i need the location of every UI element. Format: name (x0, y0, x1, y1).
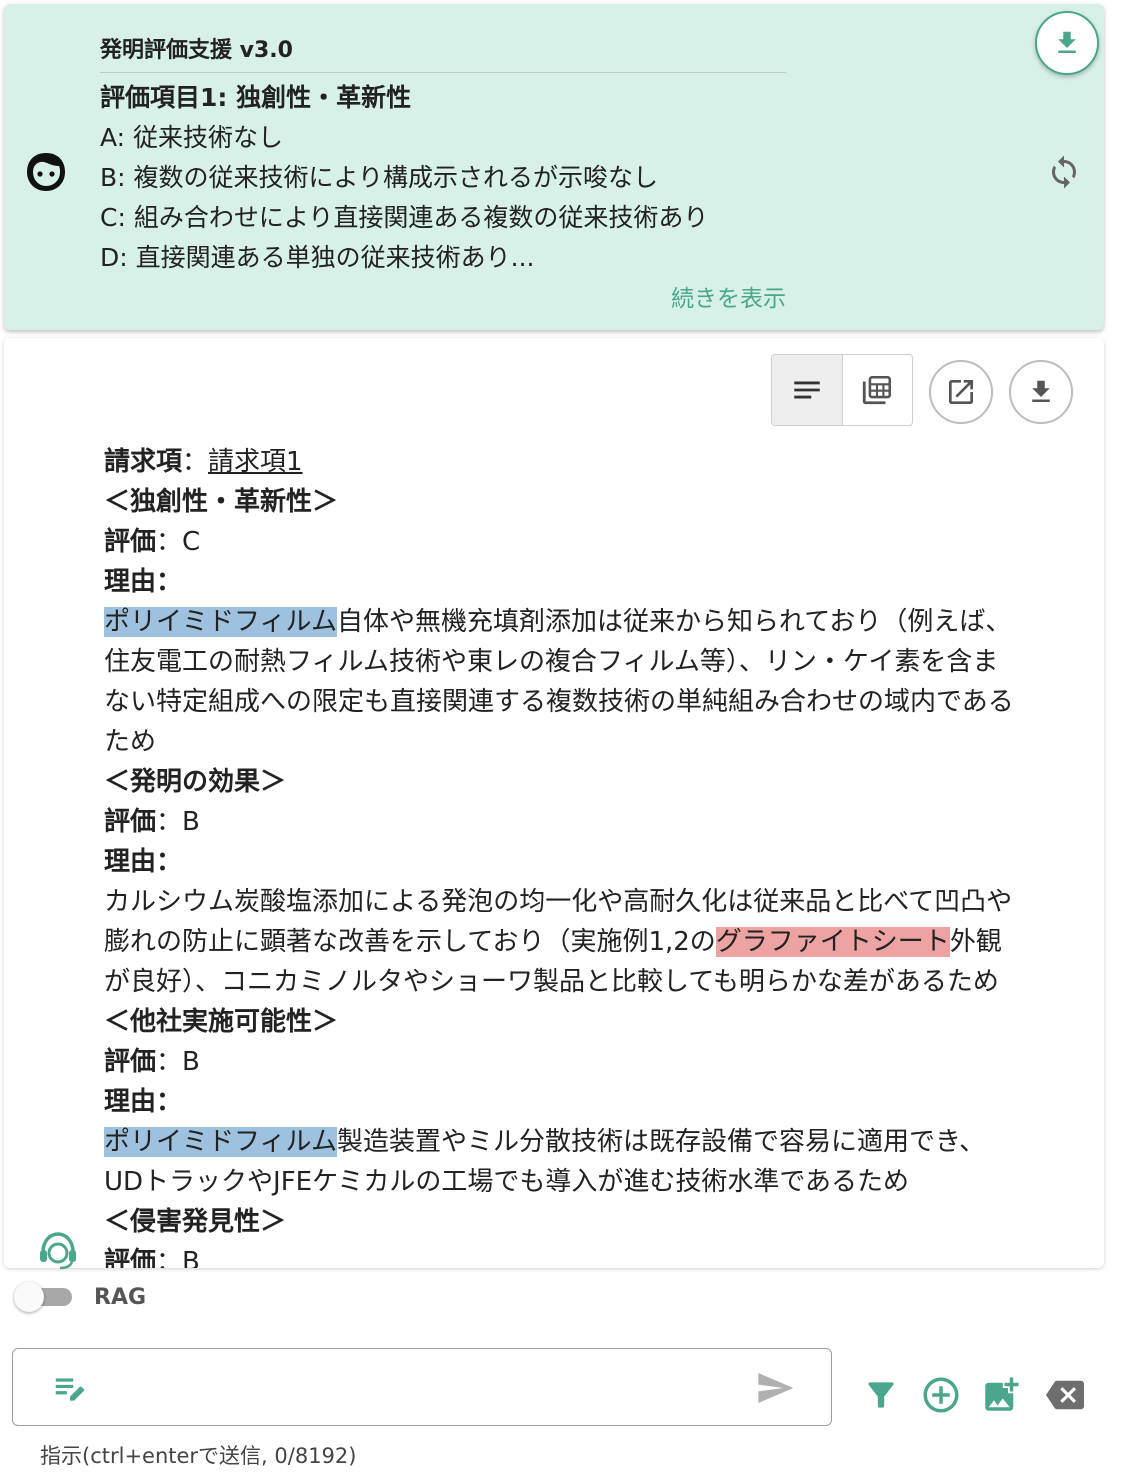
open-external-button[interactable] (929, 360, 993, 424)
add-photo-icon (985, 1377, 1019, 1411)
card-body: 評価項目1: 独創性・革新性 A: 従来技術なし B: 複数の従来技術により構成… (100, 78, 800, 278)
rating-sep: ： (156, 1247, 183, 1268)
table-view-button[interactable] (843, 355, 913, 425)
rating-sep: ： (156, 527, 183, 557)
highlight-term: ポリイミドフィルム (104, 607, 337, 637)
rating-value: B (182, 807, 200, 837)
card-heading: 評価項目1: 独創性・革新性 (100, 83, 412, 112)
reason-text: 自体や無機充填剤添加は従来から知られており（例えば、 (336, 607, 1012, 637)
rating-value: C (182, 527, 201, 557)
rating-sep: ： (156, 1047, 183, 1077)
reason-line: ない特定組成への限定も直接関連する複数技術の単純組み合わせの域内である (104, 687, 1014, 717)
reason-label: 理由： (104, 567, 183, 597)
reason-line: ポリイミドフィルム自体や無機充填剤添加は従来から知られており（例えば、 (104, 602, 1104, 642)
reason-line: 膨れの防止に顕著な改善を示しており（実施例1,2のグラファイトシート外観 (104, 922, 1104, 962)
card-line: D: 直接関連ある単独の従来技術あり... (100, 243, 535, 272)
reason-text: 製造装置やミル分散技術は既存設備で容易に適用でき、 (336, 1127, 986, 1157)
highlight-term: ポリイミドフィルム (104, 1127, 337, 1157)
chat-input[interactable] (109, 1367, 729, 1409)
rating-value: B (182, 1047, 200, 1077)
support-agent-icon (40, 1232, 76, 1270)
add-circle-icon (923, 1377, 959, 1413)
reason-line: ため (104, 727, 157, 757)
rating-label: 評価 (104, 527, 157, 557)
reason-text: 外観 (949, 927, 1002, 957)
response-download-button[interactable] (1009, 360, 1073, 424)
section-heading: ＜発明の効果＞ (104, 767, 287, 797)
edit-note-icon (55, 1378, 85, 1401)
rag-toggle-row: RAG (14, 1282, 146, 1312)
download-icon (1058, 31, 1076, 53)
rag-switch[interactable] (14, 1282, 72, 1312)
reason-line: 住友電工の耐熱フィルム技術や東レの複合フィルム等）、リン・ケイ素を含ま (104, 647, 999, 677)
reason-line: ポリイミドフィルム製造装置やミル分散技術は既存設備で容易に適用でき、 (104, 1122, 1104, 1162)
reason-label: 理由： (104, 1087, 183, 1117)
card-title: 発明評価支援 v3.0 (100, 32, 786, 73)
claim-sep: ： (182, 447, 209, 477)
backspace-icon (1046, 1380, 1084, 1410)
rating-line: 評価：C (104, 522, 1104, 562)
claim-line: 請求項：請求項1 (104, 442, 1104, 482)
rating-line: 評価：B (104, 1242, 1104, 1268)
reason-line: カルシウム炭酸塩添加による発泡の均一化や高耐久化は従来品と比べて凹凸や (104, 887, 1013, 917)
reason-line: が良好）、コニカミノルタやショーワ製品と比較しても明らかな差があるため (104, 967, 999, 997)
view-toggle-group (771, 354, 913, 426)
rating-label: 評価 (104, 807, 157, 837)
rating-line: 評価：B (104, 802, 1104, 842)
assistant-card: 発明評価支援 v3.0 評価項目1: 独創性・革新性 A: 従来技術なし B: … (4, 4, 1104, 330)
show-more-link[interactable]: 続きを表示 (564, 279, 786, 313)
open-in-new-icon (949, 380, 973, 404)
text-lines-icon (794, 381, 820, 399)
clear-button[interactable] (1042, 1372, 1088, 1418)
input-hint: 指示(ctrl+enterで送信, 0/8192) (40, 1444, 357, 1468)
switch-thumb (14, 1282, 44, 1312)
response-panel: 請求項：請求項1 ＜独創性・革新性＞ 評価：C 理由： ポリイミドフィルム自体や… (4, 338, 1104, 1268)
reason-label: 理由： (104, 847, 183, 877)
filter-button[interactable] (858, 1372, 904, 1418)
refresh-icon (1052, 155, 1076, 189)
claim-link[interactable]: 請求項1 (208, 447, 303, 477)
claim-label: 請求項 (104, 447, 183, 477)
download-icon (1032, 380, 1050, 402)
card-line: C: 組み合わせにより直接関連ある複数の従来技術あり (100, 203, 709, 232)
regenerate-button[interactable] (1042, 150, 1086, 194)
highlight-term-red: グラファイトシート (715, 927, 950, 957)
bot-avatar-icon (27, 153, 65, 191)
rating-value: B (182, 1247, 200, 1268)
rating-line: 評価：B (104, 1042, 1104, 1082)
card-download-button[interactable] (1035, 11, 1099, 75)
card-line: A: 従来技術なし (100, 123, 284, 152)
reason-line: UDトラックやJFEケミカルの工場でも導入が進む技術水準であるため (104, 1167, 910, 1197)
section-heading: ＜独創性・革新性＞ (104, 487, 339, 517)
rag-label: RAG (94, 1284, 147, 1310)
send-button[interactable] (749, 1367, 801, 1409)
add-image-button[interactable] (978, 1372, 1024, 1418)
add-button[interactable] (918, 1372, 964, 1418)
section-heading: ＜侵害発見性＞ (104, 1207, 287, 1237)
send-icon (758, 1373, 794, 1403)
reason-text: 膨れの防止に顕著な改善を示しており（実施例1,2の (104, 927, 716, 957)
chat-input-box (12, 1348, 832, 1426)
card-line: B: 複数の従来技術により構成示されるが示唆なし (100, 163, 659, 192)
rating-label: 評価 (104, 1047, 157, 1077)
response-content: 請求項：請求項1 ＜独創性・革新性＞ 評価：C 理由： ポリイミドフィルム自体や… (104, 442, 1104, 1268)
section-heading: ＜他社実施可能性＞ (104, 1007, 339, 1037)
table-view-icon (863, 375, 892, 405)
filter-icon (868, 1382, 894, 1408)
rating-label: 評価 (104, 1247, 157, 1268)
text-view-button[interactable] (772, 355, 843, 425)
rating-sep: ： (156, 807, 183, 837)
